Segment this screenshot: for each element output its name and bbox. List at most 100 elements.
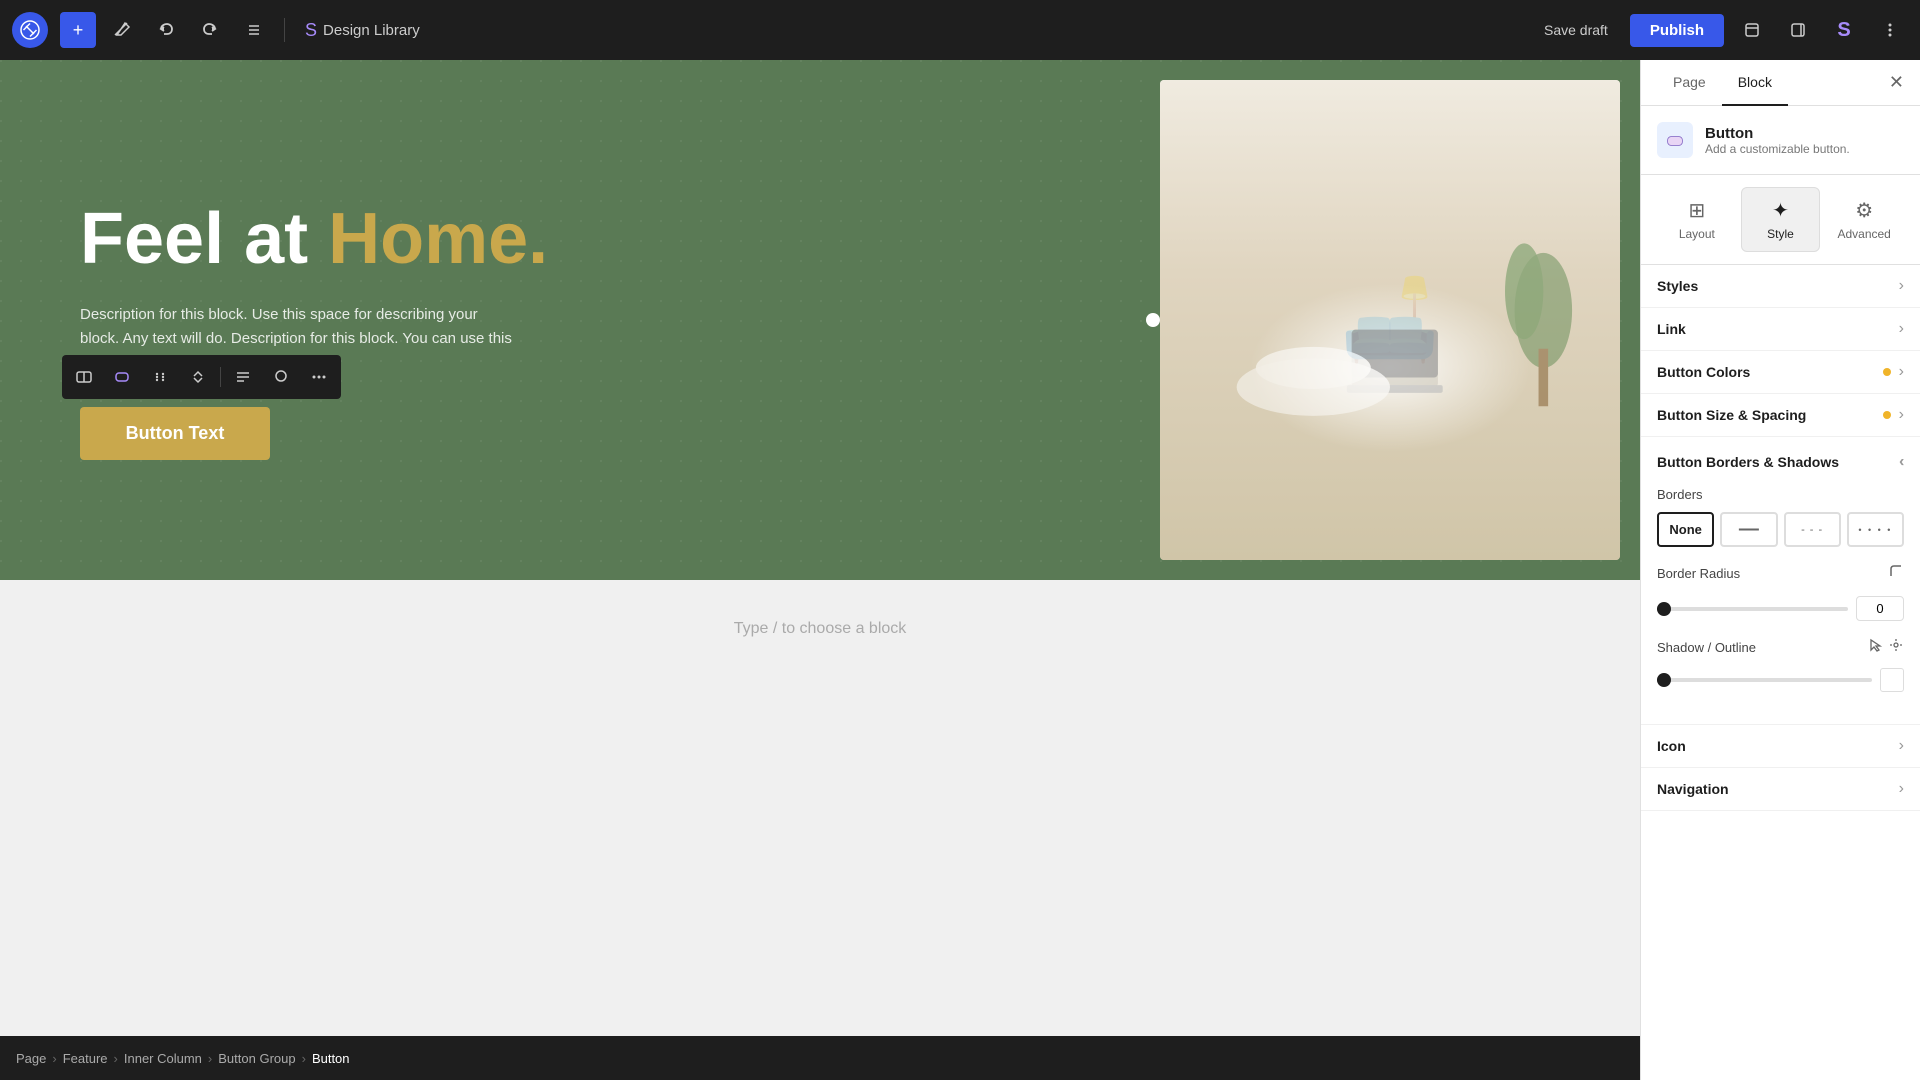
borders-sublabel: Borders [1657, 487, 1904, 502]
border-radius-slider[interactable] [1657, 607, 1848, 611]
block-info: Button Add a customizable button. [1705, 125, 1850, 156]
right-panel: Page Block ✕ Button Add a customizable b… [1640, 60, 1920, 1080]
hero-left: Feel at Home. Description for this block… [0, 60, 1160, 580]
breadcrumb-sep-1: › [52, 1051, 56, 1066]
breadcrumb-sep-3: › [208, 1051, 212, 1066]
shadow-pointer-icon[interactable] [1868, 637, 1884, 658]
tools-button[interactable] [104, 12, 140, 48]
border-dotted[interactable]: • • • • [1847, 512, 1904, 547]
hero-title-highlight: Home. [328, 199, 548, 279]
styles-label: Styles [1657, 278, 1899, 294]
tab-page[interactable]: Page [1657, 60, 1722, 106]
borders-label: Button Borders & Shadows [1657, 454, 1839, 470]
breadcrumb-inner-column[interactable]: Inner Column [124, 1051, 202, 1066]
advanced-tab-label: Advanced [1837, 227, 1890, 241]
layout-icon: ⊞ [1688, 198, 1705, 223]
align-button[interactable] [225, 359, 261, 395]
layout-tab-label: Layout [1679, 227, 1715, 241]
add-block-button[interactable]: + [60, 12, 96, 48]
canvas-area[interactable]: Feel at Home. Description for this block… [0, 60, 1640, 1080]
dot-indicator [1146, 313, 1160, 327]
link-section[interactable]: Link › [1641, 308, 1920, 351]
breadcrumb-bar: Page › Feature › Inner Column › Button G… [0, 1036, 1640, 1080]
hero-title: Feel at Home. [80, 200, 1100, 279]
publish-button[interactable]: Publish [1630, 14, 1724, 47]
hero-title-plain: Feel at [80, 199, 328, 279]
block-icon-button[interactable] [104, 359, 140, 395]
type-area[interactable]: Type / to choose a block [0, 580, 1640, 1036]
border-radius-slider-container: 0 [1657, 596, 1904, 621]
more-block-options[interactable] [301, 359, 337, 395]
move-button[interactable] [180, 359, 216, 395]
styles-chevron: › [1899, 277, 1904, 295]
border-none[interactable]: None [1657, 512, 1714, 547]
block-header: Button Add a customizable button. [1641, 106, 1920, 175]
borders-section-title[interactable]: Button Borders & Shadows › [1657, 453, 1904, 471]
breadcrumb-button[interactable]: Button [312, 1051, 350, 1066]
icon-chevron: › [1899, 737, 1904, 755]
button-size-label: Button Size & Spacing [1657, 407, 1883, 423]
button-size-section[interactable]: Button Size & Spacing › [1641, 394, 1920, 437]
icon-section[interactable]: Icon › [1641, 725, 1920, 768]
redo-button[interactable] [192, 12, 228, 48]
shadow-label: Shadow / Outline [1657, 640, 1860, 655]
paint-button[interactable] [263, 359, 299, 395]
advanced-icon: ⚙ [1855, 198, 1873, 223]
border-options: None — - - - • • • • [1657, 512, 1904, 547]
border-dashed[interactable]: - - - [1784, 512, 1841, 547]
panel-tabs: Page Block ✕ [1641, 60, 1920, 106]
drag-button[interactable] [142, 359, 178, 395]
navigation-chevron: › [1899, 780, 1904, 798]
undo-button[interactable] [148, 12, 184, 48]
s-button[interactable]: S [1826, 12, 1862, 48]
shadow-icons [1868, 637, 1904, 658]
border-radius-input[interactable]: 0 [1856, 596, 1904, 621]
wp-logo[interactable] [12, 12, 48, 48]
tab-advanced[interactable]: ⚙ Advanced [1824, 187, 1904, 252]
hero-button[interactable]: Button Text [80, 407, 270, 460]
list-view-button[interactable] [236, 12, 272, 48]
navigation-section[interactable]: Navigation › [1641, 768, 1920, 811]
shadow-slider-container [1657, 668, 1904, 692]
shadow-settings-icon[interactable] [1888, 637, 1904, 658]
style-tabs: ⊞ Layout ✦ Style ⚙ Advanced [1641, 175, 1920, 265]
view-button[interactable] [1734, 12, 1770, 48]
breadcrumb-page[interactable]: Page [16, 1051, 46, 1066]
breadcrumb-sep-2: › [114, 1051, 118, 1066]
breadcrumb-button-group[interactable]: Button Group [218, 1051, 295, 1066]
tab-block[interactable]: Block [1722, 60, 1788, 106]
close-panel-button[interactable]: ✕ [1889, 60, 1904, 105]
main-area: Feel at Home. Description for this block… [0, 60, 1920, 1080]
block-title: Button [1705, 125, 1850, 142]
styles-section[interactable]: Styles › [1641, 265, 1920, 308]
shadow-slider[interactable] [1657, 678, 1872, 682]
block-desc: Add a customizable button. [1705, 142, 1850, 156]
hero-section: Feel at Home. Description for this block… [0, 60, 1640, 580]
button-colors-label: Button Colors [1657, 364, 1883, 380]
icon-label: Icon [1657, 738, 1899, 754]
button-colors-section[interactable]: Button Colors › [1641, 351, 1920, 394]
room-svg [1160, 80, 1620, 560]
shadow-row: Shadow / Outline [1657, 637, 1904, 658]
tab-style[interactable]: ✦ Style [1741, 187, 1821, 252]
design-library[interactable]: S Design Library [305, 20, 420, 41]
button-colors-dot [1883, 368, 1891, 376]
tab-layout[interactable]: ⊞ Layout [1657, 187, 1737, 252]
navigation-label: Navigation [1657, 781, 1899, 797]
type-placeholder: Type / to choose a block [734, 620, 907, 638]
top-toolbar: + S Design Library Save draft Publish [0, 0, 1920, 60]
borders-chevron: › [1899, 453, 1904, 471]
block-type-button[interactable] [66, 359, 102, 395]
hero-image: 🛋️ [1160, 80, 1620, 560]
more-options-button[interactable] [1872, 12, 1908, 48]
border-radius-row: Border Radius [1657, 563, 1904, 584]
save-draft-button[interactable]: Save draft [1532, 16, 1620, 44]
block-toolbar [62, 355, 341, 399]
toolbar-right: Save draft Publish S [1532, 12, 1908, 48]
hero-right: 🛋️ [1160, 60, 1640, 580]
breadcrumb-feature[interactable]: Feature [63, 1051, 108, 1066]
sidebar-toggle-button[interactable] [1780, 12, 1816, 48]
shadow-color-box[interactable] [1880, 668, 1904, 692]
button-borders-section: Button Borders & Shadows › Borders None … [1641, 437, 1920, 725]
border-solid[interactable]: — [1720, 512, 1777, 547]
